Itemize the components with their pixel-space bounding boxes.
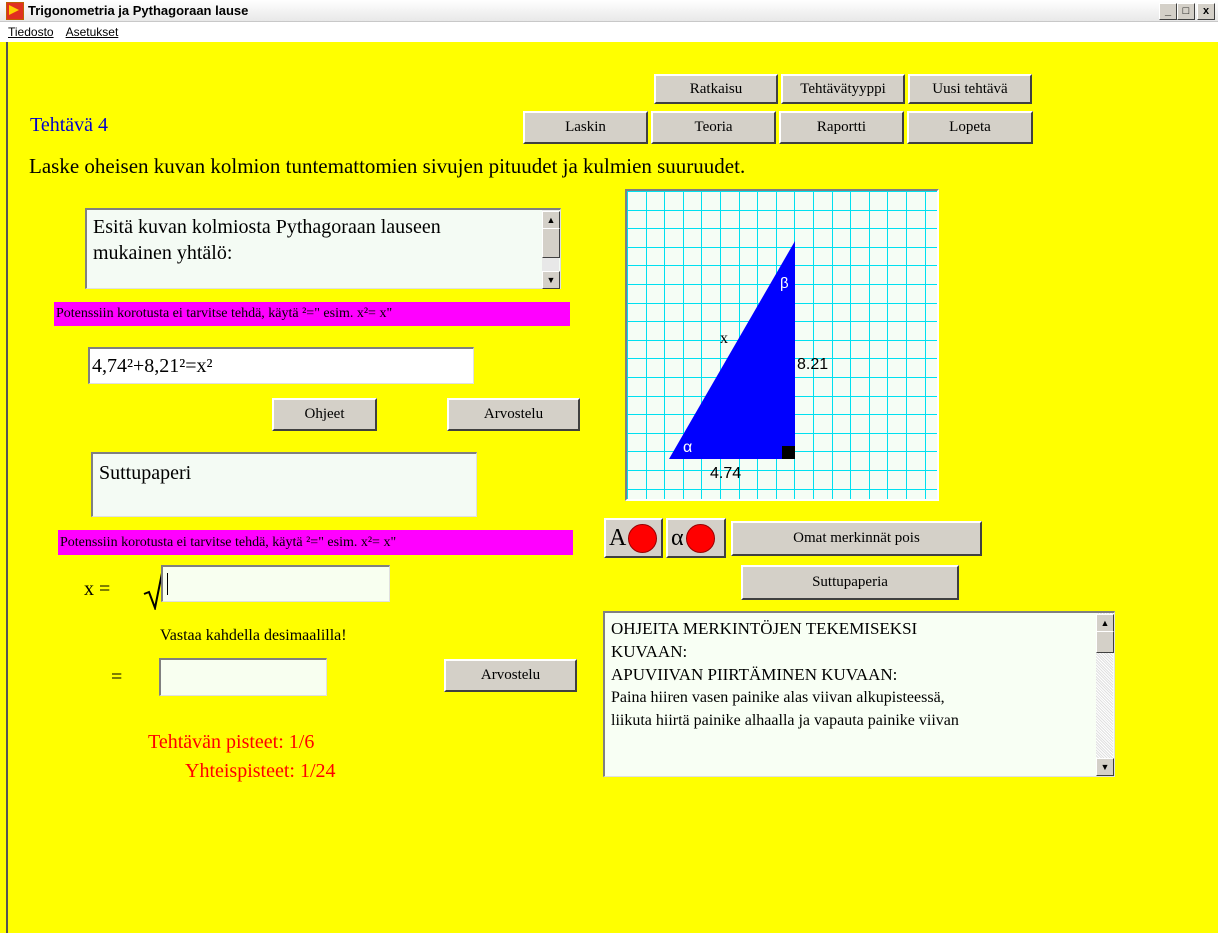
question-text: Esitä kuvan kolmiosta Pythagoraan lausee… — [93, 216, 441, 264]
title-bar: Trigonometria ja Pythagoraan lause _ □ x — [0, 0, 1218, 22]
instructions-line: KUVAAN: — [611, 642, 688, 661]
task-instruction: Laske oheisen kuvan kolmion tuntemattomi… — [29, 154, 746, 178]
arvostelu-button-2[interactable]: Arvostelu — [444, 659, 577, 692]
figure-canvas[interactable]: x 8.21 4.74 α β — [627, 191, 937, 499]
task-points: Tehtävän pisteet: 1/6 — [148, 731, 315, 753]
raportti-button[interactable]: Raportti — [779, 111, 904, 144]
question-textbox: Esitä kuvan kolmiosta Pythagoraan lausee… — [85, 208, 561, 289]
app-icon — [6, 1, 24, 20]
lopeta-button[interactable]: Lopeta — [907, 111, 1033, 144]
side-label-base: 4.74 — [710, 465, 741, 482]
hint-banner-2: Potenssiin korotusta ei tarvitse tehdä, … — [58, 530, 573, 555]
instructions-line: liikuta hiirtä painike alhaalla ja vapau… — [611, 712, 959, 729]
red-dot-icon — [685, 523, 715, 553]
laskin-button[interactable]: Laskin — [523, 111, 648, 144]
marker-alpha-label: α — [671, 524, 684, 551]
suttupaperia-button[interactable]: Suttupaperia — [741, 565, 959, 600]
instructions-line: OHJEITA MERKINTÖJEN TEKEMISEKSI — [611, 619, 918, 638]
question-scrollbar[interactable]: ▲ ▼ — [542, 210, 560, 289]
scratch-text: Suttupaperi — [99, 462, 192, 484]
scroll-up-icon[interactable]: ▲ — [1096, 614, 1114, 632]
teoria-button[interactable]: Teoria — [651, 111, 776, 144]
side-label-vertical: 8.21 — [797, 356, 828, 373]
scroll-down-icon[interactable]: ▼ — [1096, 758, 1114, 776]
sqrt-label: x = — [84, 578, 111, 600]
answer-label: = — [111, 666, 123, 688]
marker-A-label: A — [609, 524, 627, 551]
decimal-hint: Vastaa kahdella desimaalilla! — [160, 627, 347, 644]
answer-input[interactable] — [159, 658, 327, 696]
instructions-scrollbar[interactable]: ▲ ▼ — [1096, 613, 1114, 776]
scroll-thumb[interactable] — [542, 228, 560, 258]
total-points: Yhteispisteet: 1/24 — [185, 760, 336, 782]
menu-bar: Tiedosto Asetukset — [0, 22, 1218, 42]
uusi-tehtava-button[interactable]: Uusi tehtävä — [908, 74, 1032, 104]
red-dot-icon — [628, 523, 658, 553]
text-cursor — [167, 573, 168, 595]
maximize-button[interactable]: □ — [1177, 3, 1195, 20]
close-button[interactable]: x — [1197, 3, 1215, 20]
right-angle-marker — [782, 446, 795, 459]
arvostelu-button[interactable]: Arvostelu — [447, 398, 580, 431]
angle-beta-label: β — [780, 275, 789, 292]
window-title: Trigonometria ja Pythagoraan lause — [28, 3, 249, 18]
scratch-textbox[interactable]: Suttupaperi — [91, 452, 477, 517]
instructions-textbox[interactable]: OHJEITA MERKINTÖJEN TEKEMISEKSI KUVAAN: … — [603, 611, 1115, 777]
window-left-border — [0, 42, 8, 933]
triangle-figure[interactable]: x 8.21 4.74 α β — [625, 189, 939, 501]
hint-banner: Potenssiin korotusta ei tarvitse tehdä, … — [54, 302, 570, 326]
scroll-thumb[interactable] — [1096, 631, 1114, 653]
instructions-line: APUVIIVAN PIIRTÄMINEN KUVAAN: — [611, 665, 898, 684]
task-title: Tehtävä 4 — [30, 114, 109, 136]
scroll-up-icon[interactable]: ▲ — [542, 211, 560, 229]
sqrt-input[interactable] — [161, 565, 390, 602]
scroll-down-icon[interactable]: ▼ — [542, 271, 560, 289]
side-label-x: x — [720, 330, 728, 347]
instructions-line: Paina hiiren vasen painike alas viivan a… — [611, 689, 945, 706]
ratkaisu-button[interactable]: Ratkaisu — [654, 74, 778, 104]
instructions-text: OHJEITA MERKINTÖJEN TEKEMISEKSI KUVAAN: … — [611, 617, 1081, 732]
marker-alpha-button[interactable]: α — [666, 518, 726, 558]
menu-asetukset[interactable]: Asetukset — [66, 25, 119, 39]
angle-alpha-label: α — [683, 439, 692, 456]
omat-merkinnat-pois-button[interactable]: Omat merkinnät pois — [731, 521, 982, 556]
tehtavatyyppi-button[interactable]: Tehtävätyyppi — [781, 74, 905, 104]
equation-input[interactable]: 4,74²+8,21²=x² — [88, 347, 474, 384]
ohjeet-button[interactable]: Ohjeet — [272, 398, 377, 431]
marker-A-button[interactable]: A — [604, 518, 663, 558]
menu-tiedosto[interactable]: Tiedosto — [8, 25, 54, 39]
minimize-button[interactable]: _ — [1159, 3, 1177, 20]
